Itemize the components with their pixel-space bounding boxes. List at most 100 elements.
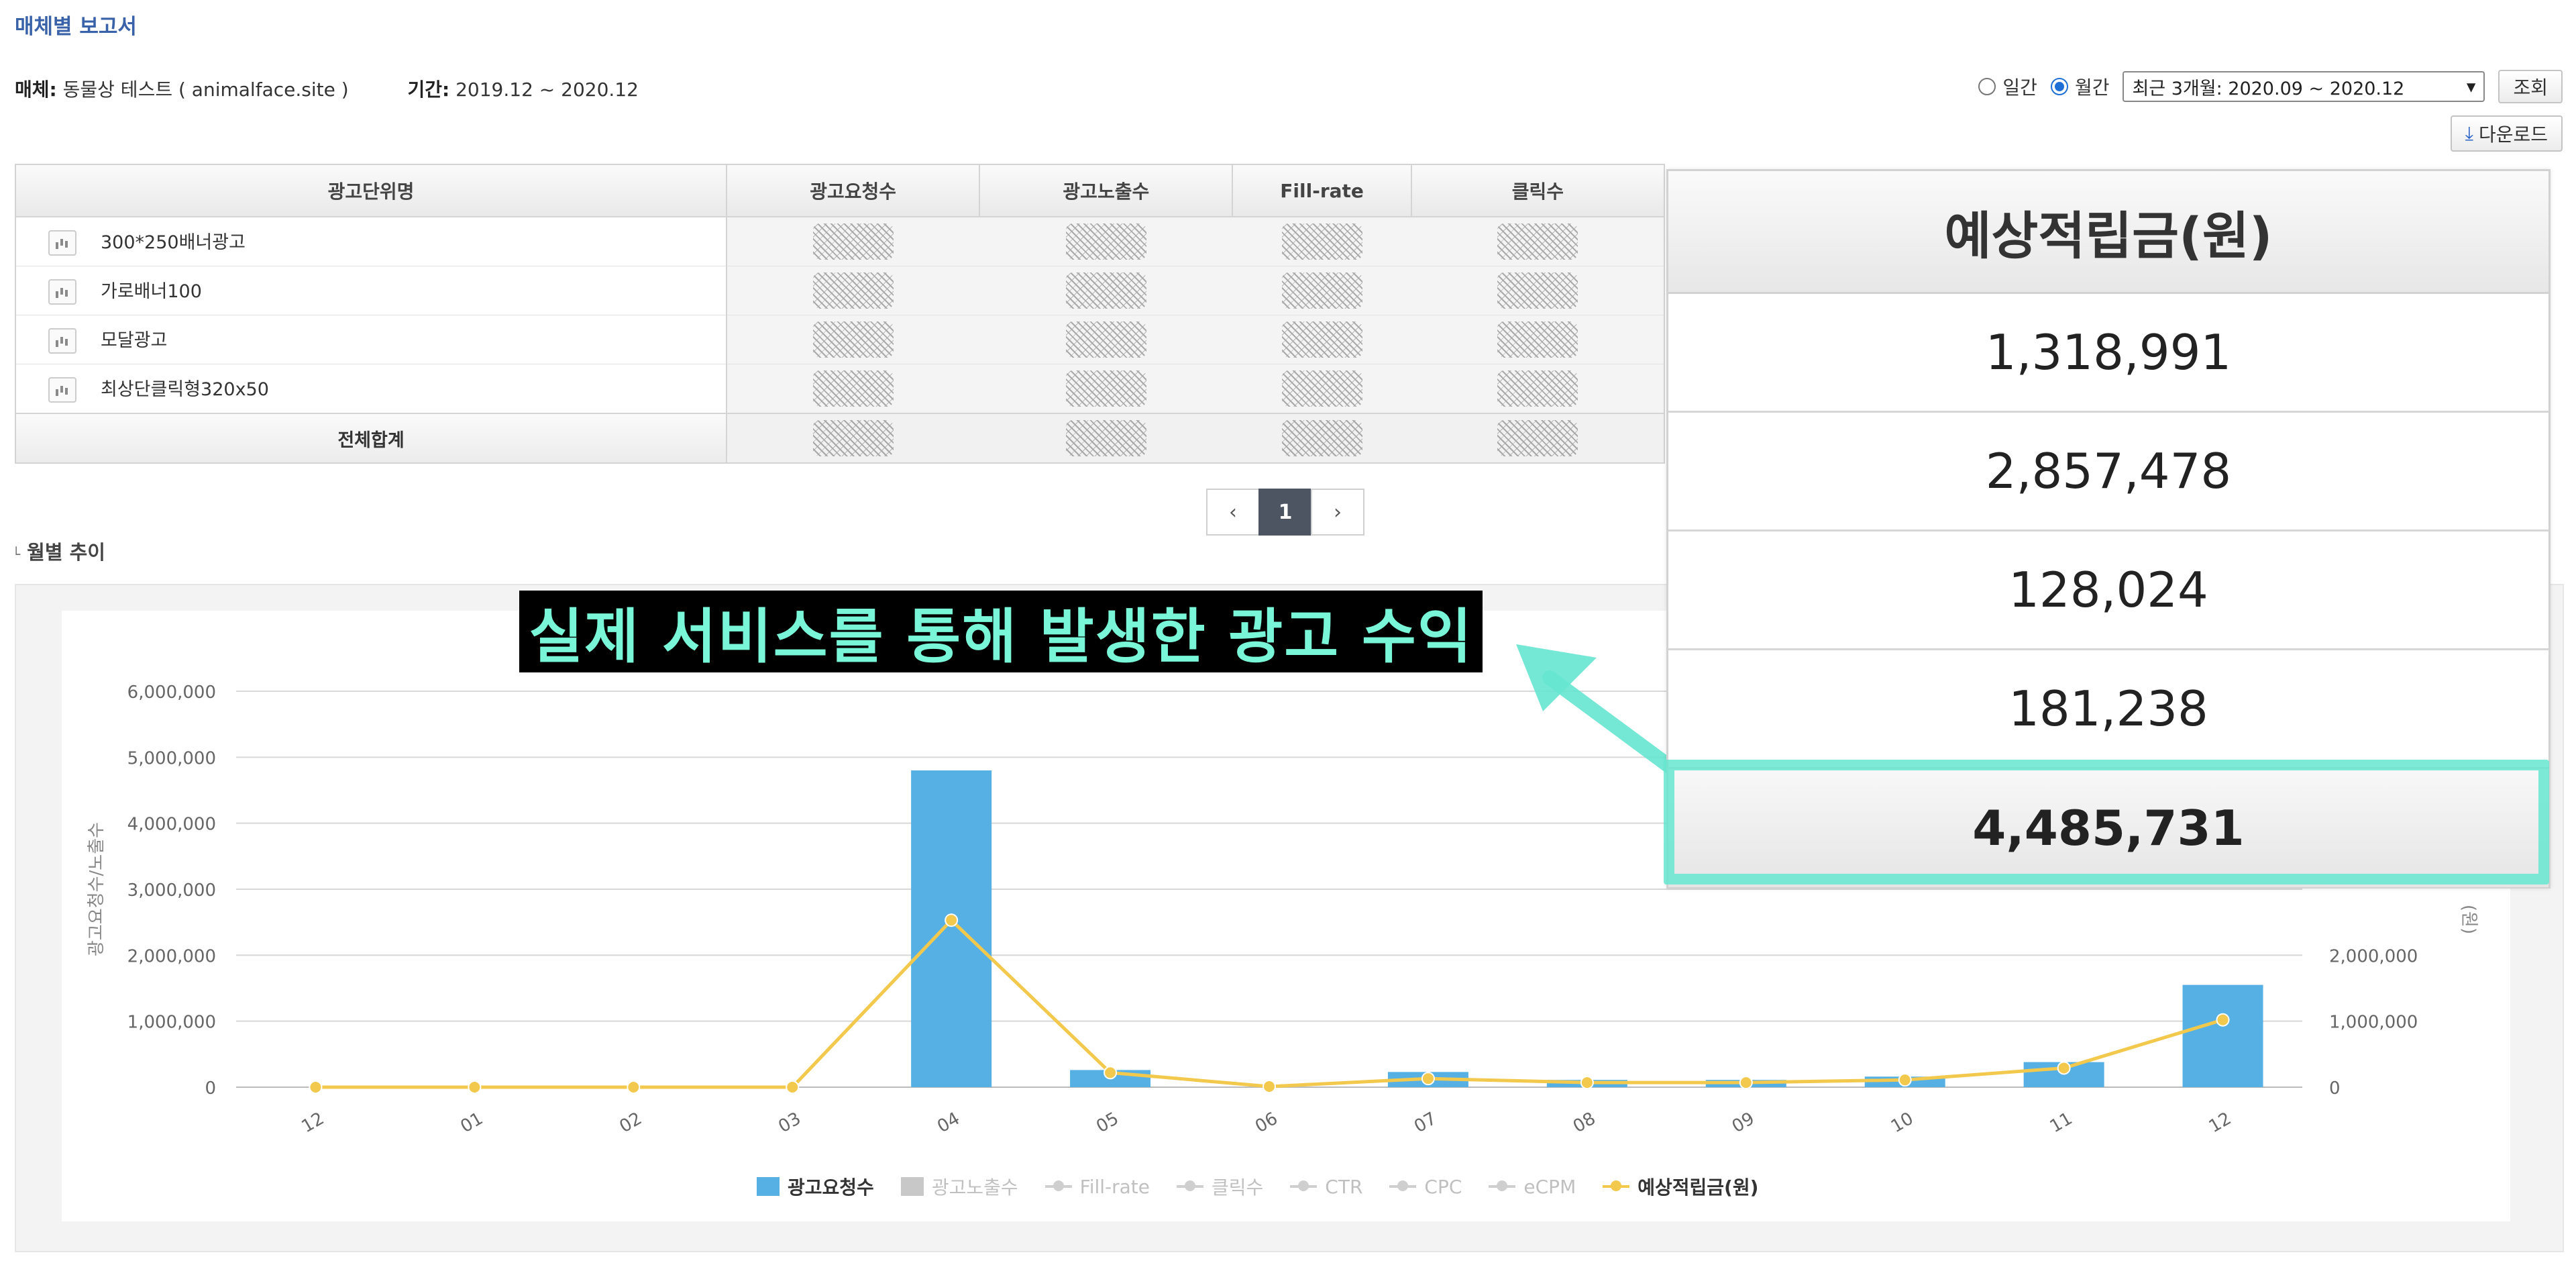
ad-unit-cell: 모달광고 <box>15 315 728 364</box>
download-button[interactable]: ⤓ 다운로드 <box>2450 115 2563 152</box>
revenue-point <box>1739 1076 1753 1090</box>
x-tick-label: 12 <box>2206 1109 2235 1138</box>
y-tick-label: 1,000,000 <box>127 1013 216 1033</box>
page-button-current[interactable]: 1 <box>1258 489 1312 536</box>
legend-item[interactable]: 클릭수 <box>1177 1173 1263 1200</box>
legend-item[interactable]: eCPM <box>1489 1176 1576 1198</box>
monthly-label: 월간 <box>2074 77 2110 99</box>
blurred-cell <box>979 216 1233 266</box>
download-label: 다운로드 <box>2478 123 2548 146</box>
y-tick-label: 2,000,000 <box>127 946 216 966</box>
revenue-point <box>627 1080 641 1094</box>
x-tick-label: 05 <box>1093 1109 1122 1138</box>
x-tick-label: 09 <box>1729 1109 1758 1138</box>
legend-swatch <box>1290 1180 1318 1191</box>
revenue-point <box>1421 1072 1435 1086</box>
report-table: 광고단위명 광고요청수 광고노출수 Fill-rate 클릭수 300*250배… <box>14 164 1666 464</box>
blurred-cell <box>727 413 980 464</box>
highlight-box <box>1664 760 2549 885</box>
bar-chart-icon[interactable] <box>48 279 76 305</box>
col-requests[interactable]: 광고요청수 <box>726 164 981 217</box>
legend-item[interactable]: Fill-rate <box>1044 1175 1150 1198</box>
x-tick-label: 02 <box>616 1109 645 1138</box>
table-row: 300*250배너광고 <box>15 216 1664 266</box>
blurred-cell <box>727 315 980 364</box>
ad-unit-name: 모달광고 <box>101 330 168 351</box>
revenue-point <box>2057 1061 2071 1075</box>
ad-unit-cell: 가로배너100 <box>15 266 728 315</box>
period-label: 기간: <box>407 79 450 101</box>
corner-arrow-icon: └ <box>12 546 21 562</box>
y-tick-label: 3,000,000 <box>127 880 216 901</box>
radio-icon <box>1978 78 1996 95</box>
revenue-point <box>786 1080 800 1094</box>
revenue-value: 181,238 <box>1668 650 2548 769</box>
blurred-cell <box>1232 266 1411 315</box>
bar-chart-icon[interactable] <box>48 230 76 256</box>
blurred-cell <box>727 266 980 315</box>
monthly-radio[interactable]: 월간 <box>2050 73 2110 100</box>
col-fill-rate[interactable]: Fill-rate <box>1232 164 1412 217</box>
x-tick-label: 10 <box>1888 1109 1917 1138</box>
ad-unit-name: 가로배너100 <box>101 281 202 302</box>
blurred-cell <box>1411 216 1664 266</box>
y2-tick-label: 2,000,000 <box>2329 946 2418 966</box>
revenue-line <box>315 917 2224 1089</box>
daily-label: 일간 <box>2002 77 2037 99</box>
col-clicks[interactable]: 클릭수 <box>1410 164 1666 217</box>
legend-label: CTR <box>1325 1175 1363 1198</box>
revenue-panel-header[interactable]: 예상적립금(원) <box>1668 171 2548 294</box>
bar-chart-icon[interactable] <box>48 328 76 354</box>
legend-label: 광고노출수 <box>931 1176 1018 1199</box>
legend-item[interactable]: 예상적립금(원) <box>1603 1173 1758 1200</box>
blurred-cell <box>1232 315 1411 364</box>
y-tick-label: 6,000,000 <box>127 683 216 703</box>
legend-item[interactable]: 광고노출수 <box>900 1173 1018 1200</box>
table-row: 모달광고 <box>15 315 1664 364</box>
legend-item[interactable]: 광고요청수 <box>757 1173 874 1200</box>
revenue-point <box>1898 1073 1912 1087</box>
revenue-point <box>2216 1013 2230 1027</box>
ad-unit-cell: 최상단클릭형320x50 <box>15 364 728 414</box>
legend-label: Fill-rate <box>1079 1175 1150 1198</box>
daily-radio[interactable]: 일간 <box>1978 73 2037 100</box>
range-select[interactable]: 최근 3개월: 2020.09 ~ 2020.12 ▾ <box>2123 71 2485 102</box>
legend-swatch <box>1389 1180 1417 1191</box>
revenue-value: 1,318,991 <box>1668 294 2548 413</box>
legend-label: CPC <box>1424 1175 1462 1198</box>
col-ad-unit[interactable]: 광고단위명 <box>14 164 728 217</box>
blurred-cell <box>979 413 1233 464</box>
revenue-point <box>1580 1076 1594 1090</box>
chart-legend: 광고요청수 광고노출수 Fill-rate 클릭수 CTR CPC eCPM 예… <box>757 1173 1758 1200</box>
prev-page-button[interactable]: ‹ <box>1206 489 1260 536</box>
legend-swatch <box>900 1177 924 1196</box>
period-value: 2019.12 ~ 2020.12 <box>455 79 639 101</box>
table-row: 최상단클릭형320x50 <box>15 364 1664 414</box>
ad-unit-cell: 300*250배너광고 <box>15 216 728 266</box>
legend-swatch <box>1603 1180 1630 1191</box>
next-page-button[interactable]: › <box>1311 489 1364 536</box>
range-select-value: 최근 3개월: 2020.09 ~ 2020.12 <box>2132 78 2405 99</box>
y2-axis-label: (원) <box>2459 905 2479 934</box>
legend-label: 클릭수 <box>1212 1176 1264 1199</box>
revenue-point <box>1263 1080 1276 1094</box>
y2-tick-label: 0 <box>2329 1078 2341 1099</box>
revenue-value: 2,857,478 <box>1668 413 2548 532</box>
legend-swatch <box>757 1177 780 1196</box>
search-button[interactable]: 조회 <box>2498 70 2563 103</box>
download-icon: ⤓ <box>2465 122 2473 144</box>
legend-item[interactable]: CPC <box>1389 1176 1462 1198</box>
x-tick-label: 12 <box>299 1109 328 1138</box>
page-title: 매체별 보고서 <box>15 15 137 39</box>
report-controls: 일간 월간 최근 3개월: 2020.09 ~ 2020.12 ▾ 조회 <box>1978 70 2563 103</box>
table-row: 가로배너100 <box>15 266 1664 315</box>
blurred-cell <box>1411 413 1664 464</box>
col-impressions[interactable]: 광고노출수 <box>979 164 1234 217</box>
bar-chart-icon[interactable] <box>48 377 76 403</box>
y-tick-label: 5,000,000 <box>127 748 216 768</box>
legend-item[interactable]: CTR <box>1290 1176 1362 1198</box>
x-tick-label: 01 <box>458 1109 487 1138</box>
table-header-row: 광고단위명 광고요청수 광고노출수 Fill-rate 클릭수 <box>14 164 1666 217</box>
table-total-row: 전체합계 <box>15 413 1664 464</box>
blurred-cell <box>1411 315 1664 364</box>
